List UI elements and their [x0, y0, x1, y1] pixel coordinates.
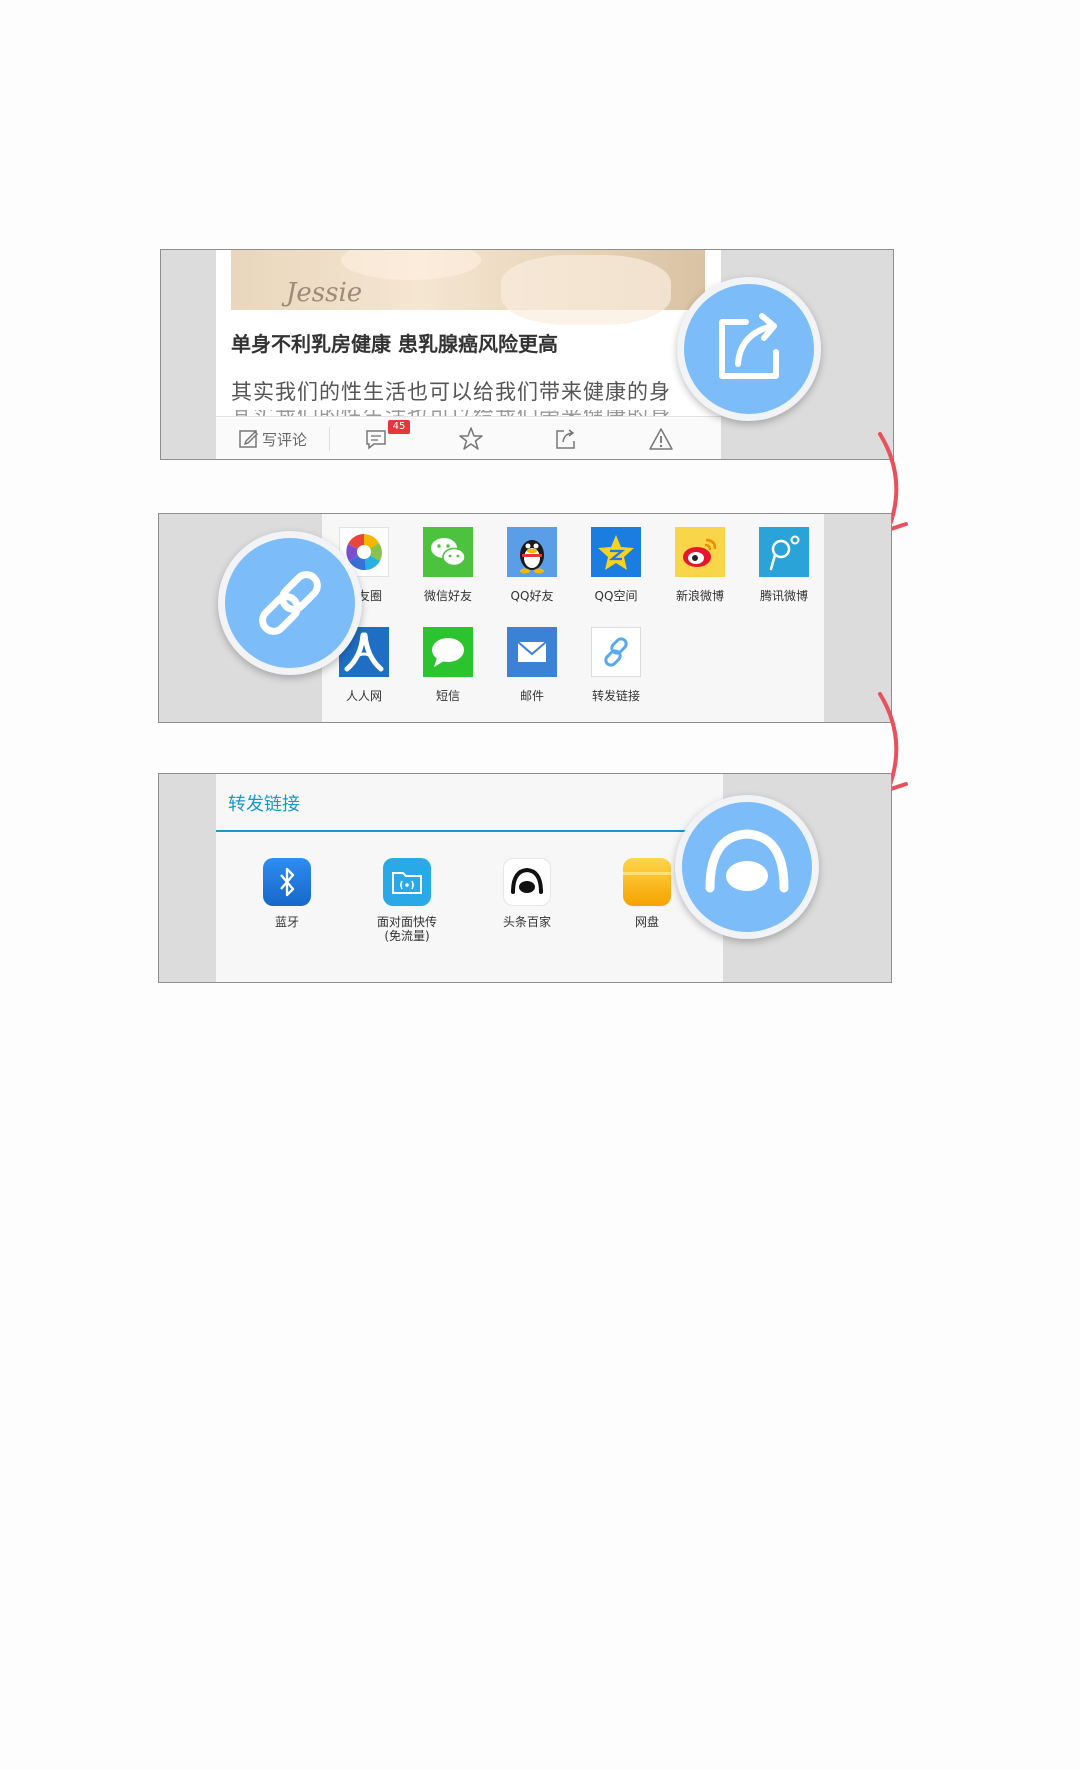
sms-icon [423, 627, 473, 677]
favorite-button[interactable] [458, 425, 484, 453]
comments-button[interactable]: 45 [364, 420, 410, 453]
toolbar-divider [329, 427, 330, 451]
mail-icon [507, 627, 557, 677]
share-item-forward-link[interactable]: 转发链接 [574, 627, 658, 704]
write-comment-label: 写评论 [262, 430, 308, 449]
article-toolbar: 写评论 45 [216, 416, 721, 459]
star-icon [459, 427, 483, 450]
comment-icon [366, 430, 386, 450]
target-label: 头条百家 [502, 915, 551, 929]
sina-weibo-icon [675, 527, 725, 577]
share-item-label: 腾讯微博 [759, 589, 808, 603]
share-sheet: 朋友圈 微信好友 QQ好友 QQ空间 新浪微博 腾讯微博 人人网 短信 邮件 转… [322, 514, 824, 722]
share-icon [719, 313, 779, 379]
edit-icon [239, 430, 259, 448]
share-item-label: QQ好友 [510, 589, 554, 603]
link-icon [591, 627, 641, 677]
share-item-label: 新浪微博 [675, 589, 724, 603]
target-face-to-face[interactable]: 面对面快传 (免流量) [362, 858, 452, 943]
article-photo: Jessie [231, 250, 705, 325]
target-bluetooth[interactable]: 蓝牙 [242, 858, 332, 929]
share-item-mail[interactable]: 邮件 [490, 627, 574, 704]
qzone-icon [591, 527, 641, 577]
article-excerpt[interactable]: 其实我们的性生活也可以给我们带来健康的身 [231, 376, 671, 406]
comment-count-badge: 45 [388, 420, 410, 434]
share-item-label: 转发链接 [591, 689, 640, 703]
target-label: 网盘 [634, 915, 659, 929]
share-item-qq[interactable]: QQ好友 [490, 527, 574, 604]
share-button[interactable] [554, 425, 578, 453]
share-icon [556, 429, 575, 449]
share-item-label: 短信 [435, 689, 460, 703]
share-item-qzone[interactable]: QQ空间 [574, 527, 658, 604]
target-toutiao-baijia[interactable]: 头条百家 [482, 858, 572, 929]
share-item-tencent-weibo[interactable]: 腾讯微博 [742, 527, 826, 604]
share-item-wechat[interactable]: 微信好友 [406, 527, 490, 604]
toutiao-baijia-icon [705, 829, 789, 893]
bluetooth-icon [263, 858, 311, 906]
forward-link-sheet: 转发链接 蓝牙 面对面快传 (免流量) 头条百家 网盘 [216, 774, 723, 982]
share-item-label: QQ空间 [594, 589, 638, 603]
link-highlight-circle [218, 531, 362, 675]
toutiao-highlight-circle [675, 795, 819, 939]
sheet-title-divider [216, 830, 723, 832]
write-comment-button[interactable]: 写评论 [238, 425, 307, 453]
qq-icon [507, 527, 557, 577]
article-title[interactable]: 单身不利乳房健康 患乳腺癌风险更高 [231, 328, 558, 357]
face-to-face-icon [383, 858, 431, 906]
report-button[interactable] [648, 425, 674, 453]
sheet-title: 转发链接 [228, 794, 300, 815]
link-icon [259, 571, 321, 635]
share-item-sms[interactable]: 短信 [406, 627, 490, 704]
share-item-sina-weibo[interactable]: 新浪微博 [658, 527, 742, 604]
target-label: 蓝牙 [274, 915, 299, 929]
tencent-weibo-icon [759, 527, 809, 577]
target-label: 面对面快传 (免流量) [376, 915, 437, 943]
photo-signature: Jessie [286, 278, 363, 308]
warning-icon [649, 428, 673, 450]
share-item-label: 人人网 [345, 689, 382, 703]
toutiao-baijia-icon [503, 858, 551, 906]
share-item-label: 微信好友 [423, 589, 472, 603]
share-item-label: 邮件 [519, 689, 544, 703]
cloud-drive-icon [623, 858, 671, 906]
share-highlight-circle [677, 277, 821, 421]
article-screen: Jessie 单身不利乳房健康 患乳腺癌风险更高 其实我们的性生活也可以给我们带… [216, 250, 721, 459]
wechat-icon [423, 527, 473, 577]
